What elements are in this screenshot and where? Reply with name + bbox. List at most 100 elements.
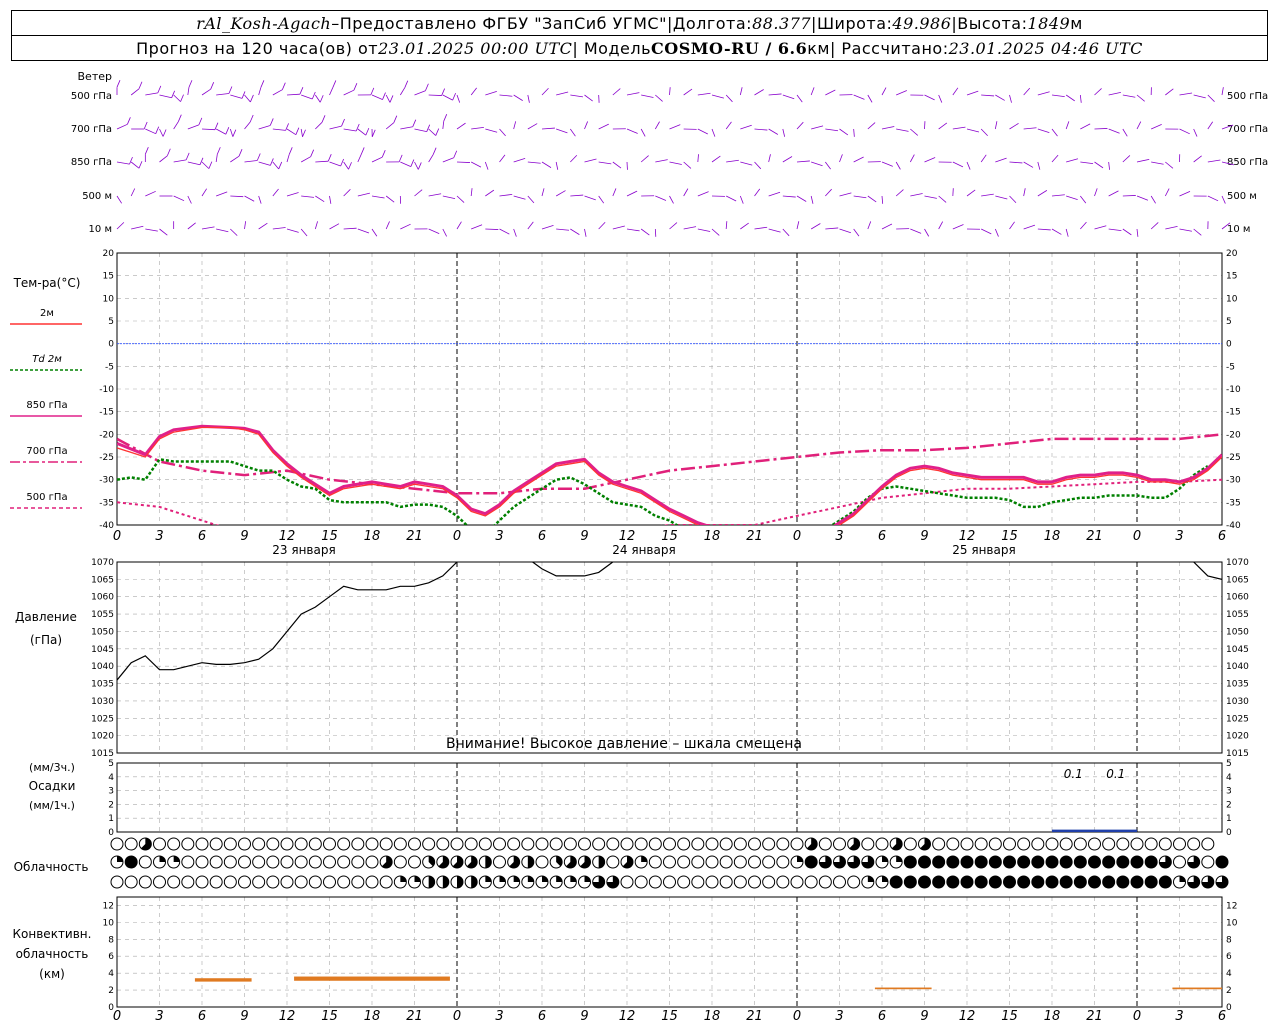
- cloud-symbol: [677, 837, 691, 851]
- wind-barb: [740, 222, 749, 230]
- wind-barb: [1023, 224, 1036, 230]
- meteogram: Ветер 500 гПа 700 гПа 850 гПа 500 м 10 м…: [10, 70, 1268, 1024]
- conv-tick-left: 10: [103, 918, 115, 928]
- hour-label: 15: [661, 529, 678, 544]
- wind-barb: [683, 161, 692, 169]
- wind-barb: [924, 94, 935, 101]
- conv-segment: [194, 978, 252, 982]
- cloud-symbol: [167, 837, 181, 851]
- cloud-symbol: [691, 875, 705, 889]
- wind-barb: [556, 228, 570, 231]
- cloud-symbol: [1059, 837, 1073, 851]
- conv-title-1: Конвективн.: [13, 927, 92, 941]
- wind-barb: [1080, 161, 1094, 165]
- wind-barb: [513, 157, 526, 163]
- cloud-symbol: [195, 855, 209, 869]
- wind-barb: [527, 161, 541, 164]
- wind-barb: [1108, 161, 1110, 170]
- wind-barb: [1179, 191, 1191, 197]
- hour-label: 15: [661, 1009, 678, 1024]
- legend-label-850: 850 гПа: [26, 400, 67, 411]
- hour-label: 9: [920, 1009, 928, 1024]
- cloud-symbol: [1116, 855, 1130, 869]
- wind-level-500m: 500 м: [82, 191, 112, 202]
- wind-barb: [272, 128, 286, 131]
- cloud-symbol: [833, 875, 846, 889]
- wind-barb: [994, 228, 999, 237]
- cloud-symbol: [974, 875, 988, 889]
- wind-barb: [839, 228, 851, 234]
- wind-barb: [570, 194, 584, 197]
- cloud-symbol: [790, 837, 804, 851]
- cloud-symbol: [365, 875, 379, 889]
- wind-level-500m-r: 500 м: [1227, 191, 1257, 202]
- wind-barb: [201, 128, 215, 131]
- wind-barb: [1065, 228, 1069, 237]
- wind-barb: [938, 94, 943, 103]
- wind-barb: [456, 122, 466, 130]
- cloud-symbol: [762, 855, 776, 869]
- tick-label-right: 1055: [1226, 610, 1249, 620]
- wind-barb: [116, 123, 128, 130]
- cloud-symbol: [1201, 837, 1215, 851]
- cloud-symbol-fill: [457, 876, 463, 888]
- cloud-symbol: [1045, 855, 1059, 869]
- hour-label: 3: [1175, 529, 1183, 544]
- wind-barb: [655, 159, 668, 163]
- wind-barb: [754, 128, 768, 131]
- wind-barb: [173, 159, 187, 163]
- cloud-symbol: [1003, 855, 1016, 869]
- wind-barb: [1009, 94, 1012, 103]
- cloud-symbol: [337, 837, 351, 851]
- wind-barb-flag: [435, 128, 440, 136]
- hour-label: 0: [793, 1009, 801, 1024]
- wind-barb: [924, 228, 930, 237]
- cloud-symbol: [1158, 875, 1172, 889]
- tick-label-left: 1025: [91, 714, 114, 724]
- wind-barb: [187, 87, 190, 96]
- tick-label-right: 1050: [1226, 627, 1249, 637]
- wind-barb: [669, 124, 681, 130]
- cloud-symbol: [337, 855, 351, 869]
- wind-barb: [725, 221, 728, 230]
- wind-barb: [810, 87, 815, 96]
- wind-barb: [145, 190, 156, 197]
- tick-label-left: -30: [99, 476, 114, 486]
- day-label-24: 24 января: [612, 543, 675, 557]
- cloud-symbol: [875, 837, 889, 851]
- hour-label: 15: [1001, 1009, 1018, 1024]
- cloud-symbol: [351, 855, 365, 869]
- wind-barb: [1065, 94, 1075, 102]
- pressure-title: Давление: [15, 610, 77, 624]
- cloud-symbol-fill: [159, 856, 166, 862]
- cloud-symbol: [705, 855, 719, 869]
- wind-barb: [1179, 128, 1190, 135]
- wind-barb-flag: [299, 87, 304, 95]
- wind-barb: [980, 128, 988, 137]
- hour-label: 18: [364, 1009, 381, 1024]
- cloud-symbol: [209, 855, 223, 869]
- wind-barb: [258, 87, 262, 96]
- wind-barb-flag: [443, 114, 448, 122]
- wind-barb: [371, 195, 385, 199]
- wind-barb-flag: [180, 94, 184, 102]
- cloud-symbol: [280, 875, 294, 889]
- cloud-symbol: [238, 875, 251, 889]
- pressure-grid: [116, 561, 1223, 754]
- conv-tick-left: 12: [103, 901, 114, 911]
- cloud-symbol-fill: [471, 876, 478, 888]
- wind-barb: [428, 154, 434, 163]
- wind-barb: [711, 94, 724, 99]
- temp-grid: [116, 252, 1223, 526]
- tick-label-left: 0: [108, 340, 114, 350]
- wind-barb: [1065, 121, 1070, 130]
- cloud-symbol: [507, 837, 521, 851]
- wind-barb-flag: [232, 129, 237, 137]
- wind-barb: [1221, 87, 1224, 96]
- wind-barb: [1037, 228, 1051, 231]
- conv-tick-right: 12: [1226, 901, 1237, 911]
- precip-unit-3h: (мм/3ч.): [29, 761, 75, 774]
- wind-barb: [796, 94, 803, 103]
- wind-barb: [1094, 128, 1108, 130]
- wind-barb: [541, 224, 554, 230]
